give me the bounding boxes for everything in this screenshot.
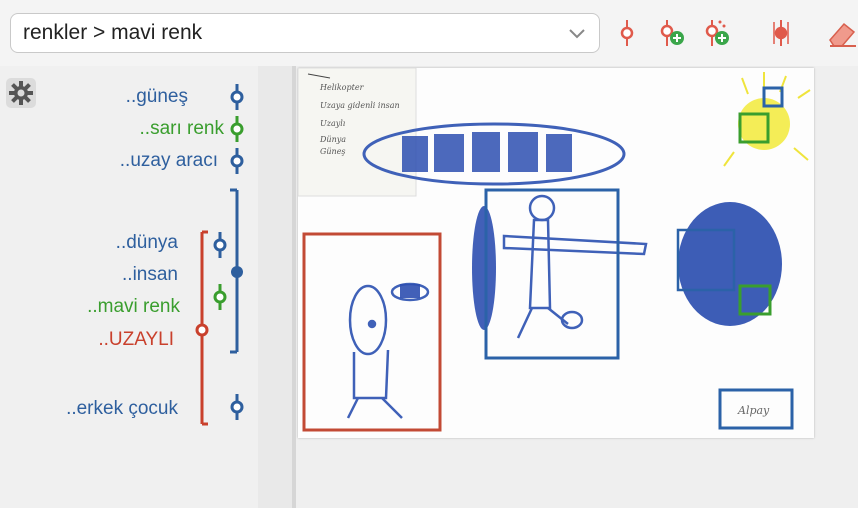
category-path-select[interactable]: renkler > mavi renk xyxy=(10,13,600,53)
toolbar: renkler > mavi renk xyxy=(0,0,858,66)
ring-tag-add-icon[interactable] xyxy=(656,18,686,48)
tag-item-insan[interactable]: ..insan xyxy=(122,264,178,286)
ring-tag-icon[interactable] xyxy=(612,18,642,48)
tag-panel-stripe xyxy=(258,66,292,508)
human-drawing xyxy=(502,194,648,339)
gear-icon xyxy=(9,81,33,105)
category-path-value: renkler > mavi renk xyxy=(23,21,203,44)
tag-item-dunya[interactable]: ..dünya xyxy=(116,232,178,254)
ring-tag-add-multi-icon[interactable] xyxy=(701,18,731,48)
tag-item-erkek-cocuk[interactable]: ..erkek çocuk xyxy=(66,398,178,420)
tag-item-mavi-renk[interactable]: ..mavi renk xyxy=(87,296,180,318)
child-drawing-image[interactable]: Helikopter Uzaya gidenli insan Uzaylı Dü… xyxy=(297,67,814,438)
note-line-3: Uzaylı xyxy=(320,119,346,128)
signature-text: Alpay xyxy=(737,404,770,417)
settings-button[interactable] xyxy=(6,78,36,108)
note-line-5: Güneş xyxy=(320,147,346,156)
tag-item-gunes[interactable]: ..güneş xyxy=(126,86,188,108)
note-line-2: Uzaya gidenli insan xyxy=(320,101,400,110)
ring-marker-icon xyxy=(230,90,244,104)
drawing-art: Helikopter Uzaya gidenli insan Uzaylı Dü… xyxy=(297,67,811,432)
earth-drawing xyxy=(678,202,782,326)
chevron-down-icon[interactable] xyxy=(565,14,589,52)
alien-drawing xyxy=(346,282,430,419)
oval-drawing xyxy=(472,206,496,330)
tag-tree-lines xyxy=(195,84,244,426)
eraser-icon[interactable] xyxy=(826,18,858,48)
note-line-4: Dünya xyxy=(319,135,346,144)
note-line-1: Helikopter xyxy=(319,83,365,92)
tag-item-uzayli[interactable]: ..UZAYLI xyxy=(98,329,174,351)
helicopter-drawing xyxy=(362,122,626,186)
ring-tag-toggle-icon[interactable] xyxy=(766,18,796,48)
uzayli-box xyxy=(302,232,442,432)
